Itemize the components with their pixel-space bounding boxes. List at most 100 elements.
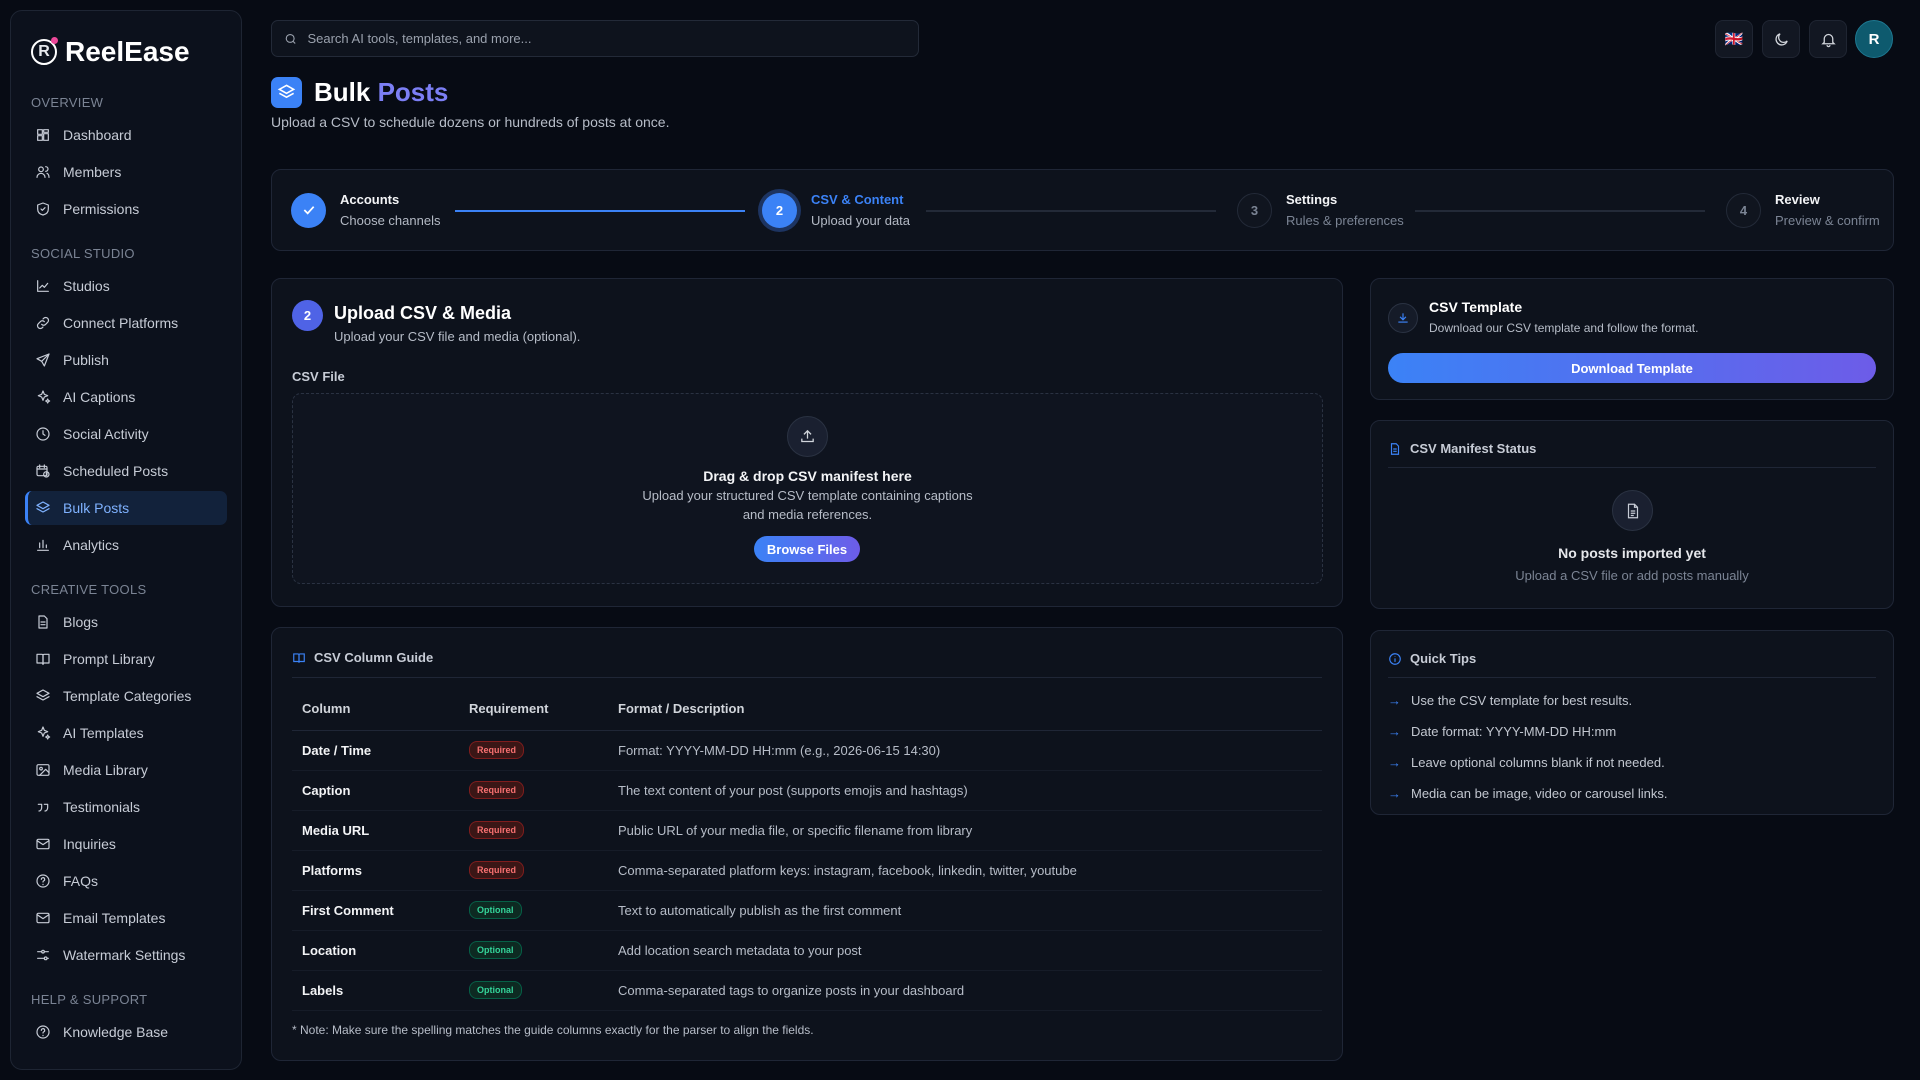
sidebar: R ReelEase OVERVIEW Dashboard Members Pe…: [10, 10, 242, 1070]
search-icon: [285, 33, 296, 44]
sidebar-item-media-library[interactable]: Media Library: [25, 753, 227, 787]
document-icon: [1612, 490, 1653, 531]
page-header: Bulk Posts: [271, 77, 448, 108]
theme-toggle-button[interactable]: [1762, 20, 1800, 58]
step-settings[interactable]: 3 Settings Rules & preferences: [1237, 192, 1404, 228]
sidebar-item-connect-platforms[interactable]: Connect Platforms: [25, 306, 227, 340]
step-accounts[interactable]: Accounts Choose channels: [291, 192, 440, 228]
sidebar-item-label: Bulk Posts: [63, 500, 130, 516]
column-name: First Comment: [292, 890, 459, 931]
column-guide-card: CSV Column Guide Column Requirement Form…: [271, 627, 1343, 1061]
nav-section-title: CREATIVE TOOLS: [31, 582, 147, 597]
csv-dropzone[interactable]: Drag & drop CSV manifest here Upload you…: [292, 393, 1323, 584]
sidebar-item-bulk-posts[interactable]: Bulk Posts: [25, 491, 227, 525]
requirement-cell: Required: [459, 770, 608, 811]
requirement-badge: Optional: [469, 981, 522, 999]
chart-icon: [37, 280, 49, 292]
sidebar-item-analytics[interactable]: Analytics: [25, 528, 227, 562]
step-title: Accounts: [340, 192, 400, 207]
avatar[interactable]: R: [1855, 20, 1893, 58]
sidebar-item-social-activity[interactable]: Social Activity: [25, 417, 227, 451]
check-icon: [291, 192, 326, 228]
sidebar-item-faqs[interactable]: FAQs: [25, 864, 227, 898]
link-icon: [36, 316, 50, 330]
column-header: Format / Description: [608, 688, 1322, 731]
tips-title: Quick Tips: [1410, 651, 1477, 666]
sidebar-item-label: Testimonials: [63, 799, 141, 815]
upload-icon: [787, 416, 828, 457]
sidebar-item-scheduled-posts[interactable]: Scheduled Posts: [25, 454, 227, 488]
help-circle-icon: [36, 1025, 50, 1039]
nav-section-title: BILLING & PLANS: [11, 1069, 241, 1070]
send-icon: [36, 353, 50, 367]
notifications-button[interactable]: [1809, 20, 1847, 58]
column-name: Caption: [292, 770, 459, 811]
stepper: Accounts Choose channels 2 CSV & Content U…: [271, 169, 1894, 251]
tip-item: → Media can be image, video or carousel l…: [1388, 786, 1668, 801]
step-review[interactable]: 4 Review Preview & confirm: [1726, 192, 1880, 228]
step-number: 4: [1726, 192, 1761, 228]
sidebar-item-label: Template Categories: [63, 688, 192, 704]
upload-title: Upload CSV & Media: [334, 303, 512, 323]
sidebar-item-email-templates[interactable]: Email Templates: [25, 901, 227, 935]
sidebar-item-label: Dashboard: [63, 127, 132, 143]
sidebar-item-permissions[interactable]: Permissions: [25, 192, 227, 226]
calendar-clock-icon: [36, 464, 50, 478]
upload-subtitle: Upload your CSV file and media (optional…: [334, 329, 581, 344]
search-bar[interactable]: [271, 20, 919, 57]
tip-text: Leave optional columns blank if not need…: [1411, 755, 1665, 770]
step-csv-content[interactable]: 2 CSV & Content Upload your data: [762, 192, 910, 228]
sidebar-item-label: Blogs: [63, 614, 99, 630]
sidebar-item-members[interactable]: Members: [25, 155, 227, 189]
info-icon: [1389, 652, 1401, 665]
book-icon: [36, 653, 50, 665]
description-cell: Add location search metadata to your pos…: [608, 930, 1322, 971]
step-subtitle: Rules & preferences: [1286, 213, 1404, 228]
sidebar-item-ai-templates[interactable]: AI Templates: [25, 716, 227, 750]
step-connector: [455, 210, 745, 212]
nav-section-title: HELP & SUPPORT: [31, 992, 148, 1007]
sidebar-item-watermark-settings[interactable]: Watermark Settings: [25, 938, 227, 972]
sliders-icon: [37, 949, 49, 961]
users-icon: [36, 166, 50, 178]
manifest-header: CSV Manifest Status: [1388, 441, 1536, 456]
tip-text: Use the CSV template for best results.: [1411, 693, 1633, 708]
step-connector: [926, 210, 1216, 212]
search-input[interactable]: [307, 31, 906, 46]
download-template-button[interactable]: Download Template: [1388, 353, 1876, 383]
sidebar-item-inquiries[interactable]: Inquiries: [25, 827, 227, 861]
sidebar-item-dashboard[interactable]: Dashboard: [25, 118, 227, 152]
quick-tips-card: Quick Tips → Use the CSV template for bes…: [1370, 630, 1894, 815]
layers-icon: [271, 77, 302, 108]
browse-files-button[interactable]: Browse Files: [754, 536, 860, 562]
divider: [1388, 677, 1876, 678]
brand-logo[interactable]: R ReelEase: [11, 11, 241, 75]
sidebar-item-label: FAQs: [63, 873, 99, 889]
guide-header: CSV Column Guide: [292, 650, 433, 665]
sidebar-item-testimonials[interactable]: Testimonials: [25, 790, 227, 824]
sidebar-item-publish[interactable]: Publish: [25, 343, 227, 377]
sidebar-item-label: Connect Platforms: [63, 315, 179, 331]
template-desc: Download our CSV template and follow the…: [1429, 321, 1699, 335]
nav-section-title: OVERVIEW: [31, 95, 104, 110]
sidebar-item-blogs[interactable]: Blogs: [25, 605, 227, 639]
bar-chart-icon: [37, 539, 49, 551]
sidebar-item-prompt-library[interactable]: Prompt Library: [25, 642, 227, 676]
column-name: Location: [292, 930, 459, 971]
sidebar-item-label: Publish: [63, 352, 109, 368]
column-name: Labels: [292, 970, 459, 1011]
upload-card: 2 Upload CSV & Media Upload your CSV fil…: [271, 278, 1343, 607]
sidebar-item-knowledge-base[interactable]: Knowledge Base: [25, 1015, 227, 1049]
tip-text: Media can be image, video or carousel li…: [1411, 786, 1668, 801]
language-button[interactable]: 🇬🇧: [1715, 20, 1753, 58]
sidebar-item-template-categories[interactable]: Template Categories: [25, 679, 227, 713]
requirement-cell: Required: [459, 730, 608, 771]
step-number-badge: 2: [292, 300, 323, 331]
sidebar-item-studios[interactable]: Studios: [25, 269, 227, 303]
quote-icon: [37, 803, 49, 812]
sidebar-item-label: Watermark Settings: [63, 947, 186, 963]
sidebar-item-label: Knowledge Base: [63, 1024, 169, 1040]
sidebar-item-ai-captions[interactable]: AI Captions: [25, 380, 227, 414]
download-icon: [1388, 303, 1418, 333]
manifest-status-card: CSV Manifest Status No posts imported ye…: [1370, 420, 1894, 609]
